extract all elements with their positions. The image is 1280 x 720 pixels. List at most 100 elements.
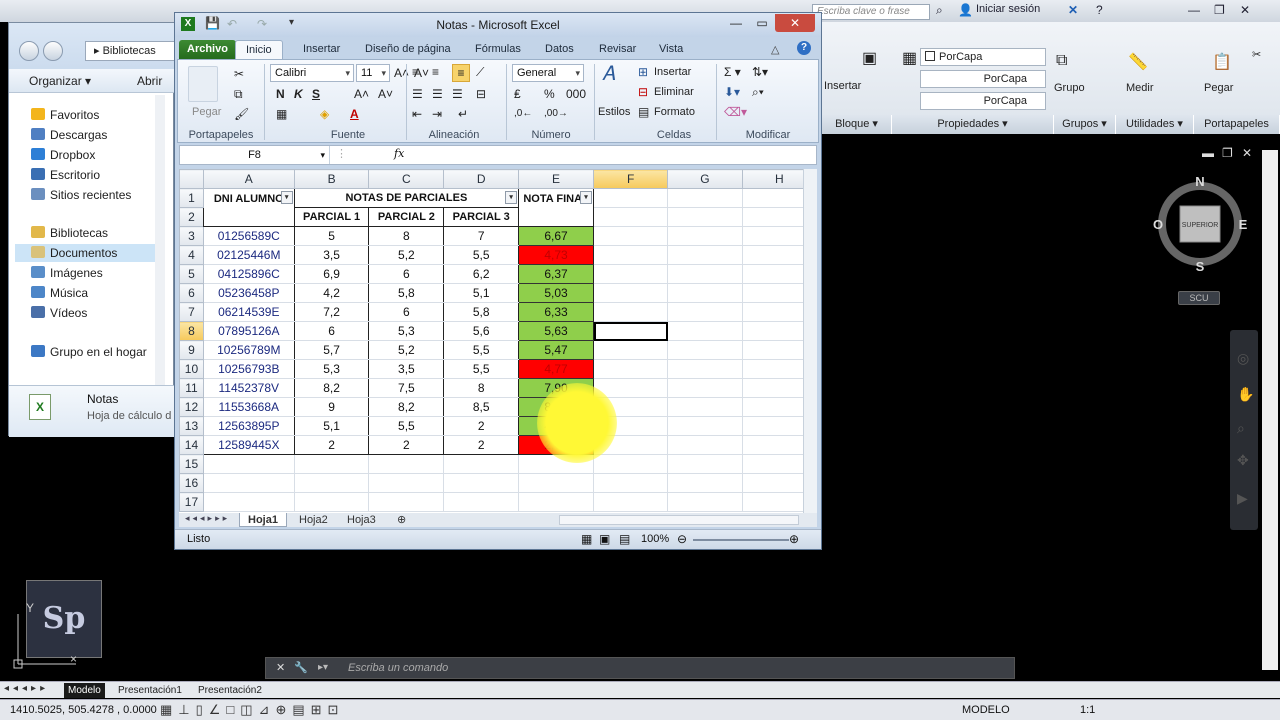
cell[interactable]	[593, 435, 669, 455]
row-header[interactable]: 1	[179, 188, 204, 208]
view-normal-icon[interactable]: ▦	[581, 530, 592, 549]
underline-button[interactable]: S	[312, 86, 320, 102]
sheet-tab-hoja3[interactable]: Hoja3	[339, 513, 384, 527]
ribbon-collapse-icon[interactable]: △	[771, 43, 779, 56]
sidebar-item-grupo-en-el-hogar[interactable]: Grupo en el hogar	[31, 343, 147, 361]
sidebar-item-dropbox[interactable]: Dropbox	[31, 146, 95, 164]
font-name-combo[interactable]: Calibri	[270, 64, 354, 82]
column-header-f[interactable]: F	[593, 169, 669, 189]
panel-bloque[interactable]: Bloque ▾	[822, 115, 892, 134]
panel-utilidades[interactable]: Utilidades ▾	[1116, 115, 1194, 134]
italic-button[interactable]: K	[294, 86, 303, 102]
cell[interactable]	[593, 226, 669, 246]
cell[interactable]	[593, 283, 669, 303]
cell-nota-final[interactable]: 6,33	[518, 302, 595, 322]
match-properties-icon[interactable]: ▦	[902, 48, 917, 68]
autosum-icon[interactable]: Σ ▾	[724, 64, 741, 80]
cell[interactable]	[667, 321, 743, 341]
currency-icon[interactable]: ₤	[514, 86, 521, 102]
cell[interactable]	[593, 359, 669, 379]
sidebar-item-sitios-recientes[interactable]: Sitios recientes	[31, 186, 131, 204]
sheet-nav-arrows-icon[interactable]: ◂◂◂▸▸▸	[185, 513, 230, 524]
measure-icon[interactable]: 📏	[1128, 52, 1148, 72]
cell-parcial-1[interactable]: 4,2	[293, 283, 370, 303]
cell[interactable]	[593, 378, 669, 398]
styles-icon[interactable]: 𝐴	[602, 64, 615, 84]
borders-icon[interactable]: ▦	[276, 106, 287, 122]
cell-nota-final[interactable]: 5,03	[518, 283, 595, 303]
cell[interactable]	[667, 492, 743, 512]
paste-label[interactable]: Pegar	[192, 104, 221, 120]
cell[interactable]	[667, 302, 743, 322]
cell[interactable]	[593, 245, 669, 265]
paste-icon[interactable]	[188, 66, 218, 102]
column-header-a[interactable]: A	[202, 169, 295, 189]
cell[interactable]	[593, 416, 669, 436]
cell-parcial-1[interactable]: 5	[293, 226, 370, 246]
autocad-search-input[interactable]: Escriba clave o frase	[812, 4, 930, 20]
decrease-indent-icon[interactable]: ⇤	[412, 106, 422, 122]
new-sheet-icon[interactable]: ⊕	[389, 513, 414, 527]
shrink-font-size-icon[interactable]: A˅	[378, 86, 393, 102]
cell-dni[interactable]: 12563895P	[202, 416, 295, 436]
row-header[interactable]: 5	[179, 264, 204, 284]
cell-parcial-3[interactable]: 5,5	[443, 359, 520, 379]
cell-parcial-2[interactable]: 8,2	[368, 397, 445, 417]
cell-parcial-3[interactable]: 5,8	[443, 302, 520, 322]
command-close-icon[interactable]: ✕	[276, 658, 285, 678]
cell[interactable]	[202, 454, 295, 474]
cell[interactable]	[593, 302, 669, 322]
cell[interactable]	[593, 454, 669, 474]
cell-parcial-1[interactable]: 5,7	[293, 340, 370, 360]
format-cells-icon[interactable]: ▤	[638, 104, 649, 120]
help-icon[interactable]: ?	[797, 41, 811, 55]
cell[interactable]	[667, 416, 743, 436]
navigation-scrollbar[interactable]	[155, 95, 165, 385]
panel-portapapeles[interactable]: Portapapeles	[1194, 115, 1280, 134]
sheet-tab-hoja2[interactable]: Hoja2	[291, 513, 336, 527]
sheet-tab-hoja1[interactable]: Hoja1	[239, 513, 287, 527]
help-icon[interactable]: ?	[1096, 3, 1103, 17]
filter-dropdown-icon[interactable]: ▾	[280, 191, 293, 204]
cell[interactable]	[518, 473, 595, 493]
increase-decimal-icon[interactable]: ,0←	[514, 106, 532, 122]
sidebar-item-documentos[interactable]: Documentos	[15, 244, 155, 262]
group-label[interactable]: Grupo	[1054, 82, 1085, 94]
cell[interactable]	[593, 188, 669, 208]
cell-nota-final[interactable]: 4,20	[518, 416, 595, 436]
cell-parcial-3[interactable]: 7	[443, 226, 520, 246]
command-recent-icon[interactable]: ▸▾	[318, 658, 328, 678]
font-color-icon[interactable]: A	[350, 106, 359, 122]
row-header[interactable]: 10	[179, 359, 204, 379]
row-header[interactable]: 13	[179, 416, 204, 436]
fill-color-icon[interactable]: ◈	[320, 106, 329, 122]
cell-nota-final[interactable]: 5,47	[518, 340, 595, 360]
ucs-menu-button[interactable]: SCU	[1178, 291, 1220, 305]
cell[interactable]	[593, 473, 669, 493]
view-page-break-icon[interactable]: ▤	[619, 530, 630, 549]
cell[interactable]	[667, 397, 743, 417]
filter-dropdown-icon[interactable]: ▾	[505, 191, 518, 204]
column-header-b[interactable]: B	[293, 169, 370, 189]
cell[interactable]	[368, 454, 445, 474]
row-header[interactable]: 3	[179, 226, 204, 246]
cell-nota-final[interactable]: 4,73	[518, 245, 595, 265]
cell-nota-final[interactable]: 6,37	[518, 264, 595, 284]
grow-font-size-icon[interactable]: A˄	[354, 86, 369, 102]
sidebar-item-videos[interactable]: Vídeos	[31, 304, 87, 322]
row-header[interactable]: 2	[179, 207, 204, 227]
insert-function-button[interactable]: fx	[394, 147, 404, 160]
cell[interactable]	[667, 378, 743, 398]
align-center-icon[interactable]: ☰	[432, 86, 443, 102]
cell[interactable]	[667, 264, 743, 284]
cell-parcial-3[interactable]: 6,2	[443, 264, 520, 284]
pan-icon[interactable]: ✋	[1237, 386, 1254, 403]
cell[interactable]	[518, 454, 595, 474]
annotation-scale[interactable]: 1:1	[1080, 704, 1095, 716]
name-box[interactable]: F8 ▾	[180, 146, 330, 164]
cell-parcial-2[interactable]: 5,3	[368, 321, 445, 341]
model-space-toggle[interactable]: MODELO	[962, 704, 1010, 716]
insert-cells-icon[interactable]: ⊞	[638, 64, 648, 80]
acad-minimize-icon[interactable]: —	[1188, 3, 1200, 17]
cell-parcial-2[interactable]: 6	[368, 302, 445, 322]
